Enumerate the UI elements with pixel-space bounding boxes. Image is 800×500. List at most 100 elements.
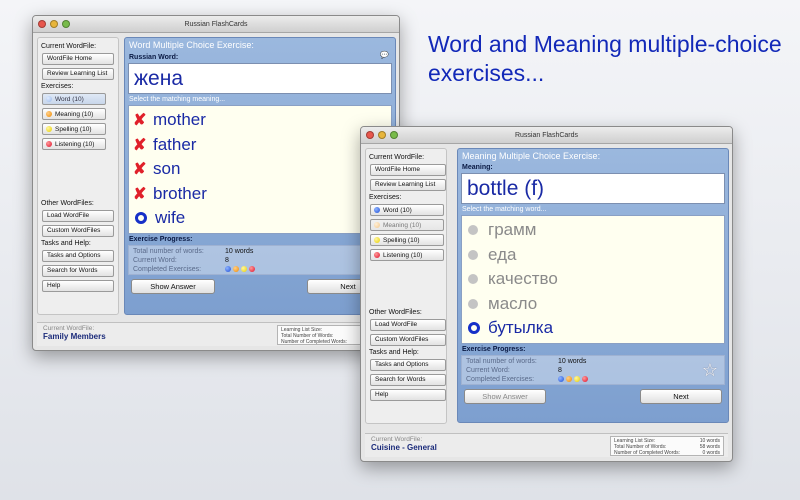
choice-item[interactable]: масло (466, 292, 720, 317)
review-learning-list-button[interactable]: Review Learning List (370, 179, 446, 191)
completed-exercise-dots (225, 265, 255, 274)
orange-dot-icon (233, 266, 239, 272)
completed-exercises-label: Completed Exercises: (466, 375, 535, 383)
exercise-progress: Total number of words: 10 words Current W… (128, 244, 392, 275)
status-dot-icon (46, 96, 52, 102)
choice-item[interactable]: ✘ brother (133, 182, 387, 207)
prompt-word: bottle (f) (461, 173, 725, 204)
choice-text: father (153, 134, 197, 154)
exercise-label: Meaning (10) (55, 110, 94, 118)
window-controls (38, 20, 70, 28)
window-title: Russian FlashCards (184, 21, 248, 28)
window-controls (366, 131, 398, 139)
speech-bubble-icon[interactable]: 💬 (380, 51, 389, 59)
choice-item[interactable]: качество (466, 267, 720, 292)
action-buttons: Show Answer Next (125, 278, 395, 297)
wordfile-home-button[interactable]: WordFile Home (42, 53, 114, 65)
load-wordfile-button[interactable]: Load WordFile (42, 210, 114, 222)
total-words-value: 10 words (225, 247, 254, 255)
caption-line-1: Word and Meaning multiple-choice (428, 31, 782, 57)
status-bar: Current WordFile: Cuisine - General Lear… (365, 433, 728, 457)
wrong-mark-icon: ✘ (133, 185, 147, 203)
exercise-label: Listening (10) (55, 140, 95, 148)
close-icon[interactable] (38, 20, 46, 28)
status-dot-icon (46, 111, 52, 117)
current-word-label: Current Word: (133, 256, 177, 264)
exercise-label: Spelling (10) (383, 236, 420, 244)
tasks-and-options-button[interactable]: Tasks and Options (42, 250, 114, 262)
status-bar: Current WordFile: Family Members Learnin… (37, 322, 395, 346)
review-learning-list-button[interactable]: Review Learning List (42, 68, 114, 80)
choice-item[interactable]: ✘ father (133, 133, 387, 158)
progress-label: Exercise Progress: (129, 235, 193, 243)
tasks-and-help-heading: Tasks and Help: (369, 349, 419, 356)
status-dot-icon (46, 141, 52, 147)
wrong-mark-icon: ✘ (133, 161, 147, 179)
exercise-listening-button[interactable]: Listening (10) (370, 249, 444, 261)
show-answer-button[interactable]: Show Answer (131, 278, 215, 294)
exercise-spelling-button[interactable]: Spelling (10) (42, 123, 106, 135)
star-icon[interactable]: ☆ (702, 360, 718, 381)
tasks-and-help-heading: Tasks and Help: (41, 240, 91, 247)
search-for-words-button[interactable]: Search for Words (42, 265, 114, 277)
exercise-spelling-button[interactable]: Spelling (10) (370, 234, 444, 246)
red-dot-icon (582, 376, 588, 382)
flashcards-window-word-exercise: Russian FlashCards Current WordFile: Wor… (32, 15, 400, 351)
completed-exercises-label: Completed Exercises: (133, 265, 202, 273)
load-wordfile-button[interactable]: Load WordFile (370, 319, 446, 331)
close-icon[interactable] (366, 131, 374, 139)
exercise-label: Word (10) (383, 206, 412, 214)
unselected-circle-icon (468, 298, 478, 309)
zoom-icon[interactable] (390, 131, 398, 139)
wordfile-home-button[interactable]: WordFile Home (370, 164, 446, 176)
choice-item[interactable]: ✘ son (133, 157, 387, 182)
current-wordfile-heading: Current WordFile: (369, 154, 425, 161)
choice-item[interactable]: еда (466, 243, 720, 268)
custom-wordfiles-button[interactable]: Custom WordFiles (42, 225, 114, 237)
current-wordfile-heading: Current WordFile: (41, 43, 97, 50)
choice-item[interactable]: бутылка (466, 316, 720, 341)
yellow-dot-icon (574, 376, 580, 382)
window-title: Russian FlashCards (514, 132, 579, 139)
exercise-word-button[interactable]: Word (10) (370, 204, 444, 216)
window-titlebar[interactable]: Russian FlashCards (361, 127, 732, 144)
exercise-label: Spelling (10) (55, 125, 92, 133)
help-button[interactable]: Help (370, 389, 446, 401)
window-titlebar[interactable]: Russian FlashCards (33, 16, 399, 33)
status-dot-icon (374, 252, 380, 258)
minimize-icon[interactable] (50, 20, 58, 28)
prompt-label: Russian Word: (129, 54, 179, 61)
zoom-icon[interactable] (62, 20, 70, 28)
choice-item[interactable]: wife (133, 206, 387, 231)
select-instruction: Select the matching meaning... (129, 96, 226, 103)
progress-label: Exercise Progress: (462, 345, 526, 353)
next-button[interactable]: Next (640, 388, 722, 404)
choice-text: масло (488, 293, 538, 313)
exercise-word-button[interactable]: Word (10) (42, 93, 106, 105)
choice-item[interactable]: грамм (466, 218, 720, 243)
show-answer-button[interactable]: Show Answer (464, 388, 546, 404)
exercise-title: Meaning Multiple Choice Exercise: (462, 151, 601, 161)
exercise-label: Meaning (10) (383, 221, 422, 229)
yellow-dot-icon (241, 266, 247, 272)
correct-circle-icon (135, 212, 147, 225)
choice-text: грамм (488, 220, 537, 240)
help-button[interactable]: Help (42, 280, 114, 292)
caption-line-2: exercises... (428, 60, 545, 86)
exercise-meaning-button[interactable]: Meaning (10) (370, 219, 444, 231)
choice-text: wife (155, 208, 186, 228)
exercise-meaning-button[interactable]: Meaning (10) (42, 108, 106, 120)
prompt-word: жена (128, 63, 392, 94)
minimize-icon[interactable] (378, 131, 386, 139)
search-for-words-button[interactable]: Search for Words (370, 374, 446, 386)
choice-text: бутылка (488, 318, 554, 338)
tasks-and-options-button[interactable]: Tasks and Options (370, 359, 446, 371)
exercise-title: Word Multiple Choice Exercise: (129, 40, 254, 50)
current-wordfile-label: Current WordFile: (43, 325, 95, 332)
exercise-listening-button[interactable]: Listening (10) (42, 138, 106, 150)
choice-item[interactable]: ✘ mother (133, 108, 387, 133)
flashcards-window-meaning-exercise: Russian FlashCards Current WordFile: Wor… (360, 126, 733, 462)
custom-wordfiles-button[interactable]: Custom WordFiles (370, 334, 446, 346)
learning-stats: Learning List Size: 10 words Total Number… (610, 436, 724, 456)
caption: Word and Meaning multiple-choice exercis… (428, 30, 788, 88)
